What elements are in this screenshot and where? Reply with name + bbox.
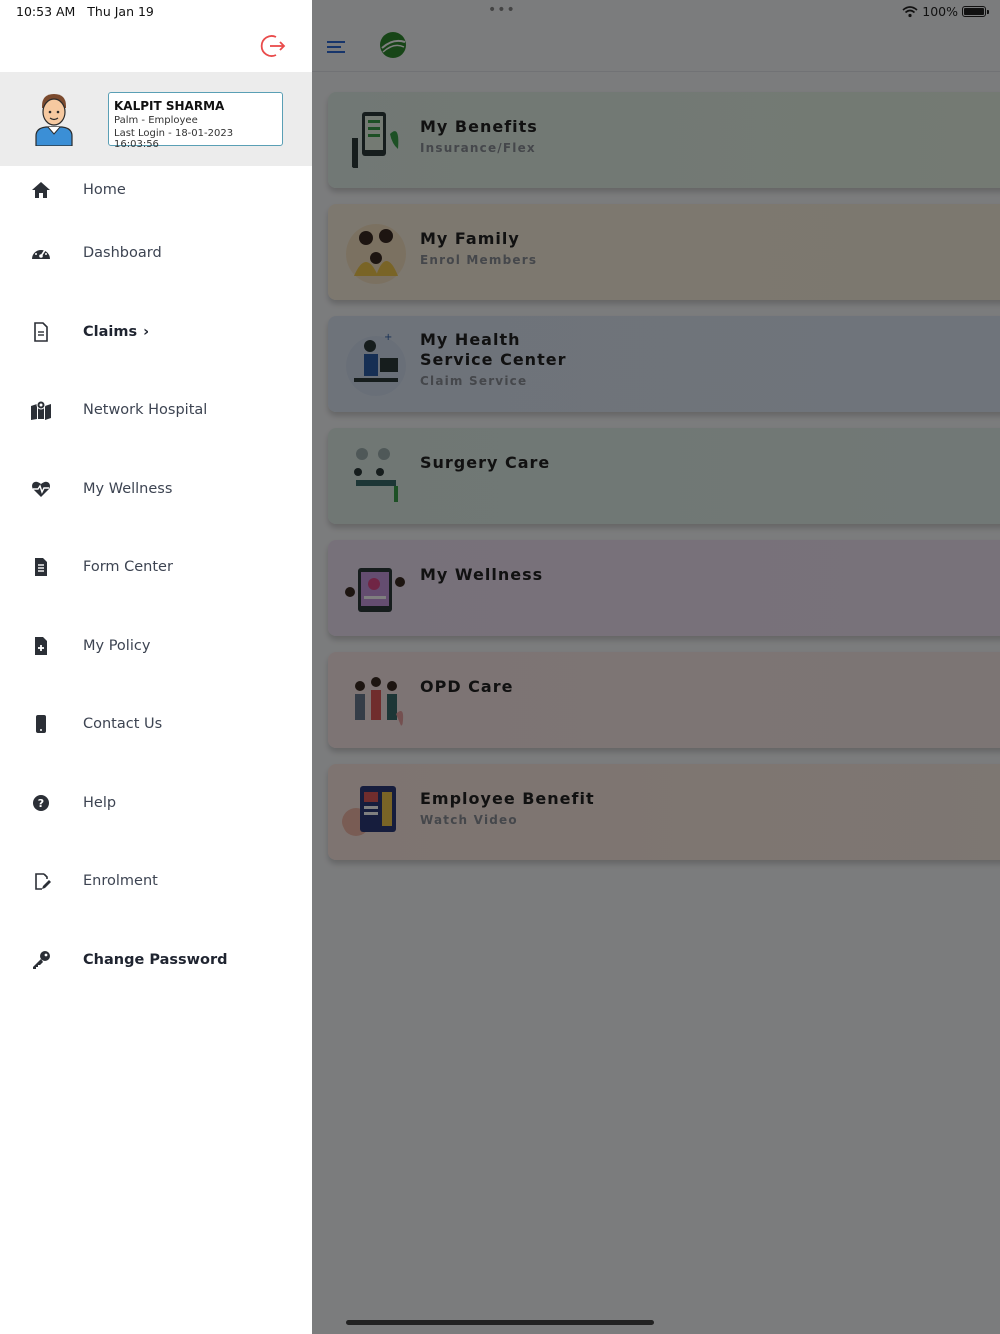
status-date: Thu Jan 19 (87, 4, 154, 19)
nav-item-network-hospital[interactable]: Network Hospital (0, 371, 312, 450)
avatar (35, 94, 73, 146)
nav-item-label: Form Center (83, 559, 173, 576)
document-icon (34, 321, 48, 342)
nav-item-claims[interactable]: Claims › (0, 293, 312, 372)
profile-section: KALPIT SHARMA Palm - Employee Last Login… (0, 72, 312, 166)
heart-pulse-icon (32, 481, 50, 497)
logout-icon[interactable] (259, 32, 287, 60)
user-role: Palm - Employee (114, 115, 198, 126)
dashboard-icon (32, 248, 50, 260)
nav-item-help[interactable]: ? Help (0, 764, 312, 843)
status-time: 10:53 AM Thu Jan 19 (16, 4, 154, 19)
last-login: Last Login - 18-01-2023 16:03:56 (114, 128, 234, 150)
nav-item-label: Help (83, 794, 117, 811)
nav-item-label: My Policy (83, 637, 151, 654)
nav-item-label: Home (83, 182, 126, 198)
nav-item-claims-label: Claims › (83, 324, 149, 340)
nav-item-dashboard[interactable]: Dashboard (0, 214, 312, 293)
nav-item-label: Change Password (83, 951, 228, 968)
user-name: KALPIT SHARMA (114, 99, 225, 113)
status-right: 100% (902, 4, 989, 19)
side-drawer: KALPIT SHARMA Palm - Employee Last Login… (0, 0, 312, 1334)
file-plus-icon (35, 636, 47, 655)
user-info-card: KALPIT SHARMA Palm - Employee Last Login… (108, 92, 283, 150)
map-location-icon (31, 400, 51, 421)
nav-item-label: Network Hospital (83, 402, 208, 419)
multitasking-dots-icon[interactable]: ••• (488, 2, 516, 18)
nav-item-home[interactable]: Home (0, 166, 312, 214)
status-time-value: 10:53 AM (16, 4, 76, 19)
battery-icon (962, 6, 989, 17)
nav-item-change-password[interactable]: Change Password (0, 921, 312, 1000)
chevron-right-icon[interactable]: › (143, 324, 149, 340)
nav-item-label: Dashboard (83, 245, 162, 262)
nav-item-enrolment[interactable]: Enrolment (0, 842, 312, 921)
status-bar: 10:53 AM Thu Jan 19 ••• 100% (0, 0, 1000, 22)
battery-percentage: 100% (922, 4, 958, 19)
home-indicator[interactable] (346, 1320, 654, 1325)
nav-item-label: Contact Us (83, 716, 163, 733)
key-icon (33, 950, 50, 969)
home-icon (32, 182, 50, 198)
nav-item-my-policy[interactable]: My Policy (0, 607, 312, 686)
nav-item-contact-us[interactable]: Contact Us (0, 685, 312, 764)
drawer-nav: Home Dashboard Claims › Network Hospital… (0, 166, 312, 999)
nav-item-form-center[interactable]: Form Center (0, 528, 312, 607)
nav-item-label: Claims (83, 323, 138, 340)
help-icon: ? (33, 794, 49, 811)
form-icon (35, 558, 47, 577)
edit-file-icon (35, 873, 51, 891)
nav-item-label: Enrolment (83, 873, 158, 890)
nav-item-label: My Wellness (83, 480, 173, 497)
nav-item-my-wellness[interactable]: My Wellness (0, 450, 312, 529)
svg-text:?: ? (38, 797, 44, 810)
mobile-icon (36, 715, 46, 734)
wifi-icon (902, 5, 918, 17)
